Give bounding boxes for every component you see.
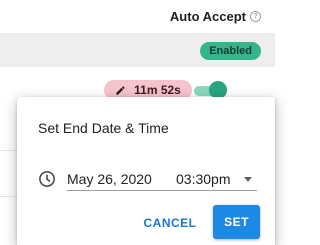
time-value[interactable]: 03:30pm	[176, 171, 244, 187]
timer-label: 11m 52s	[134, 83, 181, 97]
date-value[interactable]: May 26, 2020	[67, 171, 176, 187]
screen: Auto Accept ? Enabled 11m 52s Set End Da…	[0, 0, 275, 245]
cancel-button[interactable]: CANCEL	[138, 209, 202, 237]
caret-down-icon[interactable]	[244, 176, 252, 182]
dialog-title: Set End Date & Time	[38, 120, 169, 136]
status-badge: Enabled	[200, 42, 261, 60]
pencil-icon	[116, 85, 125, 95]
end-date-time-dialog: Set End Date & Time May 26, 2020 03:30pm…	[17, 97, 275, 245]
clock-icon	[39, 171, 55, 187]
table-header-row: Auto Accept ?	[0, 0, 275, 33]
set-button[interactable]: SET	[213, 205, 260, 239]
question-circle-icon[interactable]: ?	[250, 11, 261, 22]
date-time-picker-field[interactable]: May 26, 2020 03:30pm	[67, 168, 257, 191]
auto-accept-label: Auto Accept	[169, 9, 246, 24]
auto-accept-header: Auto Accept ?	[170, 9, 261, 24]
